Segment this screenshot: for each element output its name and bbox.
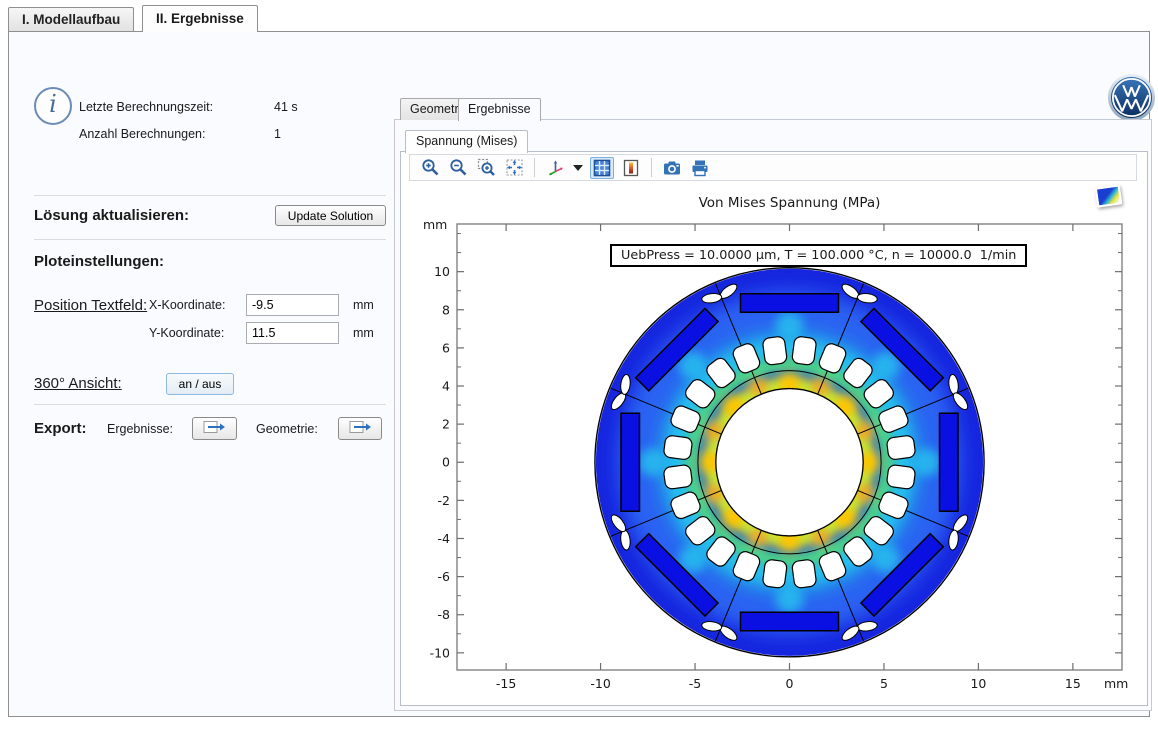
view-360-label: 360° Ansicht: bbox=[34, 375, 122, 392]
info-icon: i bbox=[34, 87, 72, 125]
svg-text:4: 4 bbox=[442, 379, 450, 394]
tab-results[interactable]: Ergebnisse bbox=[458, 98, 541, 121]
update-solution-label: Lösung aktualisieren: bbox=[34, 207, 189, 224]
zoom-extents-icon[interactable] bbox=[503, 158, 525, 178]
color-legend-icon[interactable] bbox=[620, 158, 642, 178]
zoom-box-icon[interactable] bbox=[475, 158, 497, 178]
svg-text:-6: -6 bbox=[438, 569, 451, 584]
svg-text:10: 10 bbox=[970, 676, 986, 691]
plot-panel: Spannung (Mises) bbox=[400, 151, 1148, 706]
svg-text:-10: -10 bbox=[590, 676, 610, 691]
export-results-button[interactable] bbox=[192, 417, 237, 440]
divider bbox=[34, 195, 386, 196]
svg-text:-4: -4 bbox=[438, 531, 451, 546]
plot-area[interactable]: Von Mises Spannung (MPa) -15 -10 -5 0 5 10 15 10… bbox=[409, 185, 1139, 702]
export-geometry-label: Geometrie: bbox=[256, 422, 318, 436]
x-coordinate-label: X-Koordinate: bbox=[149, 298, 225, 312]
print-icon[interactable] bbox=[689, 158, 711, 178]
divider bbox=[34, 404, 386, 405]
sidebar: i Letzte Berechnungszeit: 41 s Anzahl Be… bbox=[18, 64, 402, 748]
x-coordinate-unit: mm bbox=[353, 298, 374, 312]
y-coordinate-label: Y-Koordinate: bbox=[149, 326, 224, 340]
svg-text:mm: mm bbox=[1104, 676, 1128, 691]
svg-text:5: 5 bbox=[880, 676, 888, 691]
grid-icon[interactable] bbox=[590, 157, 614, 179]
view-360-toggle-button[interactable]: an / aus bbox=[166, 373, 234, 395]
toolbar-separator bbox=[651, 158, 652, 177]
y-coordinate-unit: mm bbox=[353, 326, 374, 340]
svg-text:-15: -15 bbox=[496, 676, 516, 691]
tab-spannung-mises[interactable]: Spannung (Mises) bbox=[405, 130, 528, 153]
export-results-label: Ergebnisse: bbox=[107, 422, 173, 436]
update-solution-button[interactable]: Update Solution bbox=[275, 205, 386, 226]
svg-text:mm: mm bbox=[423, 217, 447, 232]
plot-toolbar bbox=[409, 154, 1137, 181]
zoom-in-icon[interactable] bbox=[419, 158, 441, 178]
position-textfeld-label: Position Textfeld: bbox=[34, 297, 147, 314]
last-computation-label: Letzte Berechnungszeit: bbox=[79, 100, 213, 114]
results-group: Geometrie Ergebnisse Spannung (Mises) bbox=[394, 119, 1152, 711]
svg-text:10: 10 bbox=[434, 264, 450, 279]
camera-icon[interactable] bbox=[661, 158, 683, 178]
svg-text:-8: -8 bbox=[438, 607, 451, 622]
plot-annotation: UebPress = 10.0000 μm, T = 100.000 °C, n… bbox=[610, 244, 1027, 267]
export-geometry-button[interactable] bbox=[338, 417, 382, 440]
vw-logo bbox=[1107, 73, 1156, 122]
svg-text:-2: -2 bbox=[438, 493, 450, 508]
app-content: i Letzte Berechnungszeit: 41 s Anzahl Be… bbox=[8, 31, 1150, 717]
svg-text:15: 15 bbox=[1065, 676, 1081, 691]
computation-count-value: 1 bbox=[274, 127, 281, 141]
svg-text:Von Mises Spannung (MPa): Von Mises Spannung (MPa) bbox=[699, 195, 881, 211]
svg-text:8: 8 bbox=[442, 302, 450, 317]
y-coordinate-input[interactable] bbox=[246, 322, 339, 344]
svg-text:-5: -5 bbox=[689, 676, 701, 691]
svg-text:0: 0 bbox=[786, 676, 794, 691]
plot-settings-heading: Ploteinstellungen: bbox=[34, 253, 164, 270]
svg-text:-10: -10 bbox=[430, 645, 450, 660]
dropdown-caret-icon[interactable] bbox=[572, 158, 584, 178]
tab-modellaufbau[interactable]: I. Modellaufbau bbox=[8, 7, 134, 31]
x-coordinate-input[interactable] bbox=[246, 294, 339, 316]
plot-thumbnail-icon[interactable] bbox=[1095, 184, 1123, 207]
export-label: Export: bbox=[34, 420, 87, 437]
export-arrow-icon bbox=[349, 420, 372, 435]
divider bbox=[34, 239, 386, 240]
tab-ergebnisse[interactable]: II. Ergebnisse bbox=[142, 5, 258, 32]
last-computation-value: 41 s bbox=[274, 100, 298, 114]
svg-text:0: 0 bbox=[442, 455, 450, 470]
svg-text:6: 6 bbox=[442, 340, 450, 355]
svg-text:2: 2 bbox=[442, 417, 450, 432]
orientation-3d-icon[interactable] bbox=[544, 158, 566, 178]
zoom-out-icon[interactable] bbox=[447, 158, 469, 178]
export-arrow-icon bbox=[203, 420, 226, 435]
toolbar-separator bbox=[534, 158, 535, 177]
computation-count-label: Anzahl Berechnungen: bbox=[79, 127, 205, 141]
